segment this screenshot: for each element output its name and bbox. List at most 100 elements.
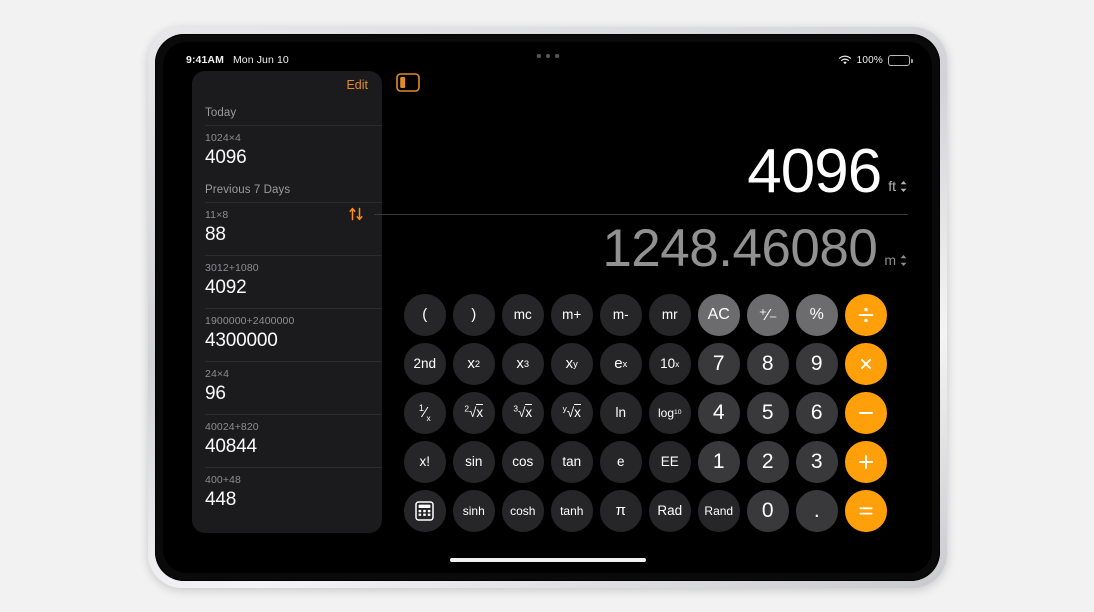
key-0[interactable]: 0 [747, 490, 789, 532]
key-multiply[interactable] [845, 343, 887, 385]
key-5[interactable]: 5 [747, 392, 789, 434]
dot [554, 54, 559, 58]
key-x-to-y[interactable]: xy [551, 343, 593, 385]
key-all-clear[interactable]: AC [698, 294, 740, 336]
multitasking-dots-icon[interactable] [536, 54, 559, 58]
key-close-paren[interactable]: ) [453, 294, 495, 336]
conversion-display: 4096 ft 1248.46080 m [349, 137, 908, 277]
key-cube-root[interactable]: 3√x [502, 392, 544, 434]
key-nth-root[interactable]: y√x [551, 392, 593, 434]
key-radians[interactable]: Rad [649, 490, 691, 532]
status-bar: 9:41AM Mon Jun 10 100% [163, 50, 932, 70]
key-memory-subtract[interactable]: m- [600, 294, 642, 336]
key-decimal-point[interactable]: . [796, 490, 838, 532]
key-9[interactable]: 9 [796, 343, 838, 385]
history-expression: 24×4 [205, 368, 230, 380]
key-random[interactable]: Rand [698, 490, 740, 532]
history-item[interactable]: 40024+820 40844 [192, 414, 382, 467]
key-natural-log[interactable]: ln [600, 392, 642, 434]
key-x-cubed[interactable]: x3 [502, 343, 544, 385]
history-item[interactable]: 1900000+2400000 4300000 [192, 308, 382, 361]
key-2[interactable]: 2 [747, 441, 789, 483]
key-reciprocal[interactable]: 1⁄x [404, 392, 446, 434]
key-second-function[interactable]: 2nd [404, 343, 446, 385]
history-result: 88 [205, 224, 226, 245]
history-result: 4300000 [205, 330, 278, 351]
keypad-row: () mc m+ m-mr AC ⁺∕₋% [404, 294, 887, 336]
key-log-base-10[interactable]: log 10 [649, 392, 691, 434]
history-result: 4096 [205, 147, 247, 168]
keypad-row: x! sin cos tan e EE 1 2 3 [404, 441, 887, 483]
key-8[interactable]: 8 [747, 343, 789, 385]
key-square-root[interactable]: 2√x [453, 392, 495, 434]
history-expression: 3012+1080 [205, 262, 259, 274]
status-date: Mon Jun 10 [232, 54, 289, 66]
key-open-paren[interactable]: ( [404, 294, 446, 336]
status-time: 9:41AM [186, 54, 224, 66]
key-tangent[interactable]: tan [551, 441, 593, 483]
key-hyperbolic-cosine[interactable]: cosh [502, 490, 544, 532]
key-6[interactable]: 6 [796, 392, 838, 434]
keypad-row: 1⁄x 2√x 3√x y√x ln log 10 4 5 6 [404, 392, 887, 434]
key-sine[interactable]: sin [453, 441, 495, 483]
history-result: 96 [205, 383, 226, 404]
output-unit-label: m [884, 252, 896, 268]
output-unit-selector[interactable]: m [884, 252, 908, 277]
history-item[interactable]: 400+48 448 [192, 467, 382, 520]
battery-full-icon [888, 54, 913, 66]
chevron-up-down-icon [900, 180, 907, 192]
history-result: 40844 [205, 436, 257, 457]
key-ten-to-x[interactable]: 10 x [649, 343, 691, 385]
key-e-to-x[interactable]: ex [600, 343, 642, 385]
screenshot-root: 9:41AM Mon Jun 10 100% Edit Today 1024×4… [0, 0, 1094, 612]
key-pi[interactable]: π [600, 490, 642, 532]
sidebar-toggle-icon[interactable] [396, 73, 420, 92]
key-3[interactable]: 3 [796, 441, 838, 483]
home-indicator[interactable] [449, 558, 646, 562]
key-subtract[interactable] [845, 392, 887, 434]
keypad-row: 2nd x 2 x 3 x y e x 10 x 7 8 9 [404, 343, 887, 385]
sidebar-section-title-today: Today [205, 107, 237, 119]
calculator-keypad: () mc m+ m-mr AC ⁺∕₋% 2nd x 2 x 3 x y e x 10 x 7 8 9 1⁄x 2√x 3… [404, 294, 887, 532]
key-7[interactable]: 7 [698, 343, 740, 385]
key-memory-add[interactable]: m+ [551, 294, 593, 336]
wifi-icon [838, 55, 852, 65]
key-cosine[interactable]: cos [502, 441, 544, 483]
swap-vertical-icon[interactable] [348, 206, 364, 222]
key-hyperbolic-tangent[interactable]: tanh [551, 490, 593, 532]
dot [545, 54, 550, 58]
key-1[interactable]: 1 [698, 441, 740, 483]
history-item[interactable]: 3012+1080 4092 [192, 255, 382, 308]
history-item[interactable]: 1024×4 4096 [192, 125, 382, 178]
key-equals[interactable] [845, 490, 887, 532]
key-divide[interactable] [845, 294, 887, 336]
output-value: 1248.46080 [602, 219, 878, 278]
input-row: 4096 ft [403, 137, 908, 203]
input-unit-label: ft [888, 178, 896, 194]
key-hyperbolic-sine[interactable]: sinh [453, 490, 495, 532]
history-result: 4092 [205, 277, 247, 298]
key-factorial[interactable]: x! [404, 441, 446, 483]
battery-percent-label: 100% [856, 54, 883, 66]
history-sidebar: Edit Today 1024×4 4096 Previous 7 Days 1… [192, 71, 382, 533]
key-x-squared[interactable]: x2 [453, 343, 495, 385]
key-add[interactable] [845, 441, 887, 483]
sidebar-section-title-previous-7-days: Previous 7 Days [205, 184, 291, 196]
key-memory-clear[interactable]: mc [502, 294, 544, 336]
input-unit-selector[interactable]: ft [888, 178, 908, 203]
key-4[interactable]: 4 [698, 392, 740, 434]
history-expression: 1900000+2400000 [205, 315, 295, 327]
edit-button[interactable]: Edit [346, 78, 368, 92]
key-memory-recall[interactable]: mr [649, 294, 691, 336]
history-item[interactable]: 24×4 96 [192, 361, 382, 414]
key-euler-number[interactable]: e [600, 441, 642, 483]
status-bar-right: 100% [838, 54, 913, 66]
history-expression: 1024×4 [205, 132, 241, 144]
key-exponent-entry[interactable]: EE [649, 441, 691, 483]
history-result: 448 [205, 489, 237, 510]
key-calculator-mode[interactable] [404, 490, 446, 532]
history-expression: 400+48 [205, 474, 241, 486]
keypad-row: sinh cosh tanh π Rad Rand 0. [404, 490, 887, 532]
key-percent[interactable]: % [796, 294, 838, 336]
key-sign-toggle[interactable]: ⁺∕₋ [747, 294, 789, 336]
